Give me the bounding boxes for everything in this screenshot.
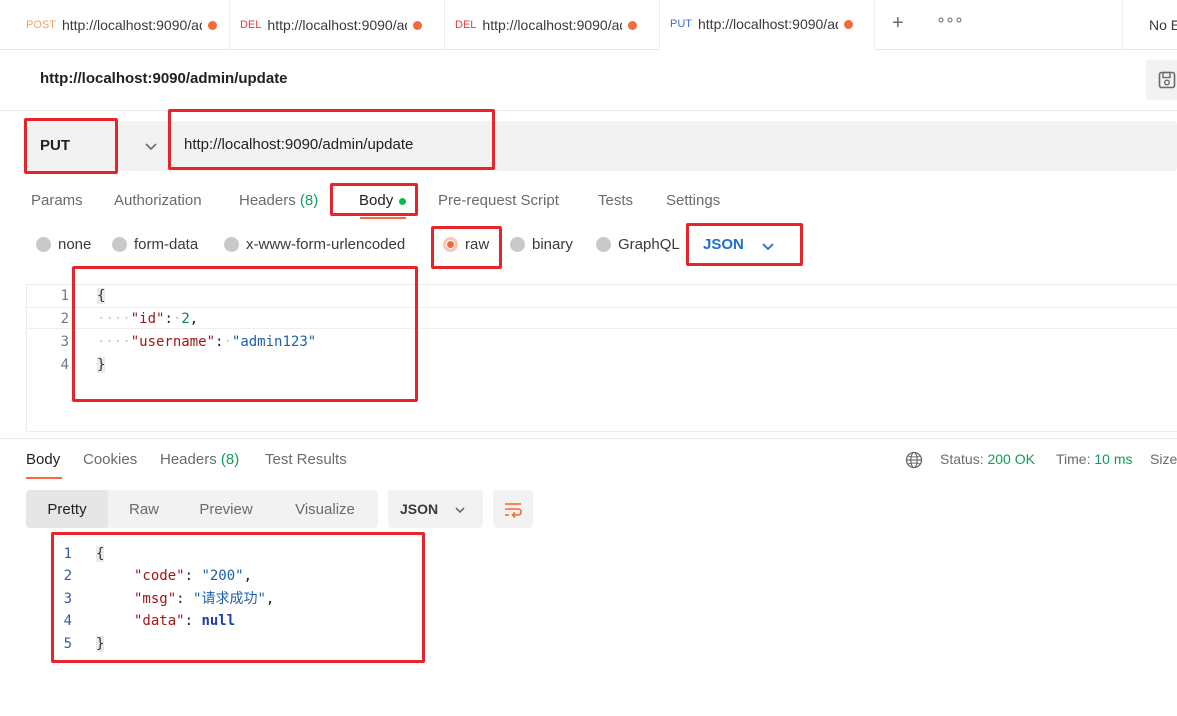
tab-params[interactable]: Params [31,192,83,209]
chevron-down-icon [145,143,157,151]
radio-urlencoded-label: x-www-form-urlencoded [246,236,406,253]
radio-none-label: none [58,236,92,253]
unsaved-dot-icon [844,19,853,29]
radio-circle-icon [112,237,127,252]
response-view-selector: Pretty Raw Preview Visualize [26,490,378,528]
radio-binary[interactable]: binary [510,236,573,253]
annotation-box-url [168,109,495,170]
response-tab-body[interactable]: Body [26,451,60,468]
line-number: 4 [60,357,69,373]
postman-window: POST http://localhost:9090/admin/add DEL… [0,0,1177,716]
view-preview[interactable]: Preview [180,490,272,528]
tab-prerequest-script[interactable]: Pre-request Script [438,192,559,209]
tab-url: http://localhost:9090/admin/delete [482,17,622,33]
environment-label: No Environment [1149,17,1177,33]
request-tab-delete-2[interactable]: DEL http://localhost:9090/admin/delete [445,0,660,50]
request-title: http://localhost:9090/admin/update [40,70,288,87]
more-tabs-icon[interactable]: ∘∘∘ [936,10,964,30]
save-button[interactable] [1146,60,1177,100]
view-raw[interactable]: Raw [108,490,180,528]
tab-settings[interactable]: Settings [666,192,720,209]
response-tab-headers[interactable]: Headers (8) [160,451,239,468]
radio-graphql-label: GraphQL [618,236,680,253]
tab-url: http://localhost:9090/admin/add [61,17,202,33]
response-status[interactable]: Status: 200 OK [940,451,1035,467]
tab-authorization[interactable]: Authorization [114,192,202,209]
radio-circle-icon [224,237,239,252]
save-icon [1158,71,1176,89]
unsaved-dot-icon [628,20,638,30]
annotation-box-json [686,223,803,266]
radio-urlencoded[interactable]: x-www-form-urlencoded [224,236,405,253]
annotation-box-method [24,118,118,174]
tab-method: PUT [670,18,692,30]
radio-graphql[interactable]: GraphQL [596,236,680,253]
active-tab-underline [360,217,406,219]
unsaved-dot-icon [207,20,217,30]
tab-method: POST [26,19,56,31]
response-headers-count: (8) [220,451,240,468]
view-pretty[interactable]: Pretty [26,490,108,528]
response-tab-test-results[interactable]: Test Results [265,451,347,468]
request-tab-put[interactable]: PUT http://localhost:9090/admin/update [660,0,875,50]
annotation-box-response-body [51,532,425,663]
new-tab-plus-icon[interactable]: + [892,12,904,35]
annotation-box-body-tab [330,183,418,216]
response-size[interactable]: Size [1150,451,1177,467]
status-label: Status: [940,451,984,467]
tab-url: http://localhost:9090/admin/delete [267,17,407,33]
unsaved-dot-icon [413,20,423,30]
request-tab-post[interactable]: POST http://localhost:9090/admin/add [16,0,230,50]
radio-form-data[interactable]: form-data [112,236,198,253]
wrap-lines-icon [505,503,522,519]
radio-circle-icon [596,237,611,252]
view-visualize[interactable]: Visualize [272,490,378,528]
environment-selector[interactable]: No Environment [1122,0,1177,50]
active-tab-underline [26,477,62,479]
chevron-down-icon [455,507,465,514]
wrap-lines-button[interactable] [493,490,533,528]
response-time[interactable]: Time: 10 ms [1056,451,1133,467]
request-tab-delete-1[interactable]: DEL http://localhost:9090/admin/delete [230,0,445,50]
divider [0,438,1177,439]
globe-icon[interactable] [905,451,923,469]
annotation-box-raw [431,226,502,269]
response-format-select[interactable]: JSON [388,490,483,528]
radio-circle-icon [36,237,51,252]
line-number: 1 [60,288,69,304]
radio-form-data-label: form-data [134,236,199,253]
tab-method: DEL [240,19,262,31]
response-format-value: JSON [400,501,439,517]
time-value: 10 ms [1094,451,1133,467]
status-value: 200 OK [987,451,1035,467]
radio-circle-icon [510,237,525,252]
line-number: 3 [60,334,69,350]
request-tab-bar: POST http://localhost:9090/admin/add DEL… [0,0,1177,50]
request-tabs: Params Authorization Headers (8) Body Pr… [0,188,1177,218]
annotation-box-request-body [72,266,418,402]
headers-count: (8) [299,192,319,209]
radio-none[interactable]: none [36,236,91,253]
tab-headers-label: Headers [239,192,296,209]
response-tab-cookies[interactable]: Cookies [83,451,137,468]
time-label: Time: [1056,451,1091,467]
response-headers-label: Headers [160,451,217,468]
tab-tests[interactable]: Tests [598,192,633,209]
tab-url: http://localhost:9090/admin/update [698,16,838,32]
tab-method: DEL [455,19,477,31]
line-number: 2 [60,311,69,327]
radio-binary-label: binary [532,236,573,253]
tab-headers[interactable]: Headers (8) [239,192,318,209]
